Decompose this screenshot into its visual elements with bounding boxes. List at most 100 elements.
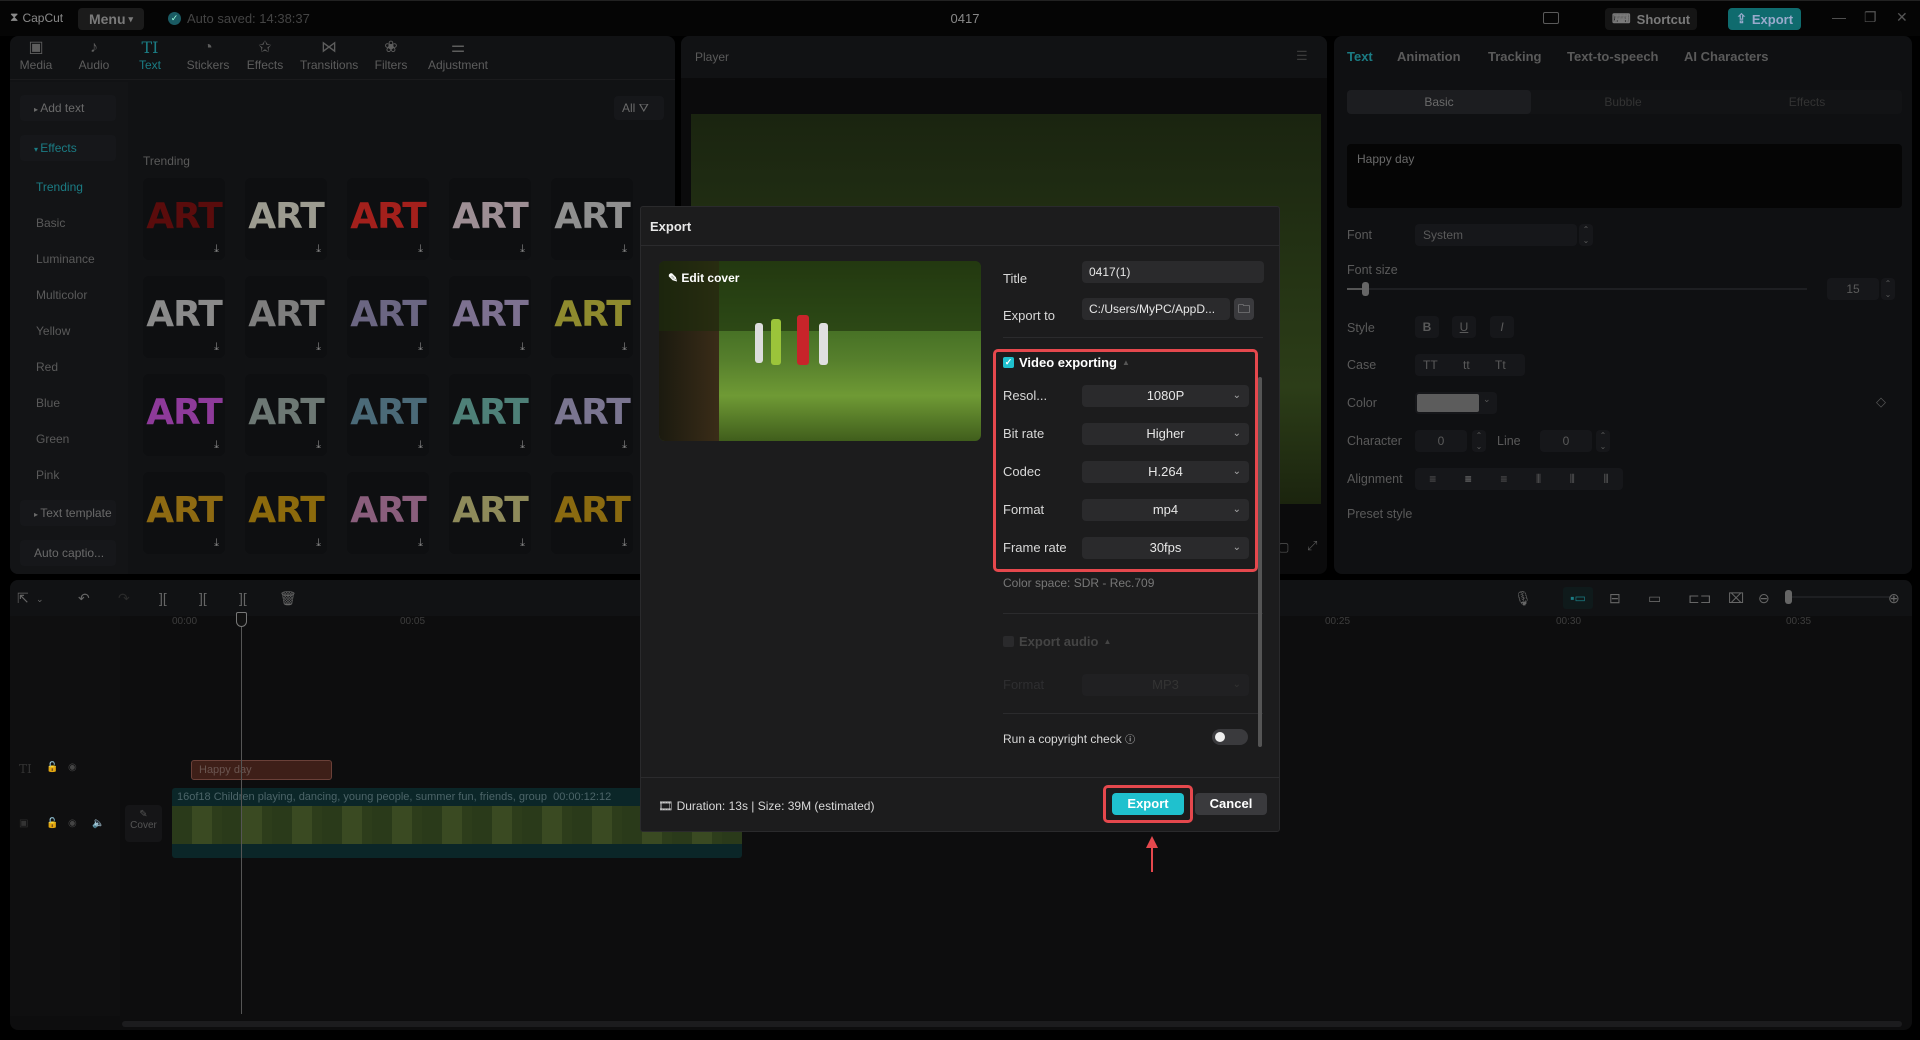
zoom-in-icon[interactable]: ⊕ xyxy=(1888,590,1900,607)
line-spacing-input[interactable]: 0 xyxy=(1540,430,1592,452)
effect-tile[interactable]: ART ⤓ xyxy=(245,178,327,260)
help-icon[interactable]: ⓘ xyxy=(1125,735,1135,746)
download-icon[interactable]: ⤓ xyxy=(418,439,423,452)
split-right-icon[interactable]: ][ xyxy=(239,590,247,606)
microphone-icon[interactable]: 🎙 xyxy=(1514,590,1532,607)
effect-tile[interactable]: ART ⤓ xyxy=(449,374,531,456)
filter-button[interactable]: All ⛛ xyxy=(614,96,664,120)
font-stepper-icon[interactable]: ⌃ ⌄ xyxy=(1579,224,1593,246)
tab-text-props[interactable]: Text xyxy=(1347,49,1373,64)
subcategory-pink[interactable]: Pink xyxy=(36,468,59,482)
download-icon[interactable]: ⤓ xyxy=(622,341,627,354)
case-upper-button[interactable]: TT xyxy=(1423,358,1438,372)
export-path-input[interactable]: C:/Users/MyPC/AppD... xyxy=(1082,298,1230,320)
download-icon[interactable]: ⤓ xyxy=(316,341,321,354)
tab-animation[interactable]: Animation xyxy=(1397,49,1461,64)
tab-adjustment[interactable]: ⚌ Adjustment xyxy=(423,38,493,72)
player-menu-icon[interactable]: ☰ xyxy=(1296,48,1308,64)
tab-stickers[interactable]: ◔ Stickers xyxy=(180,38,236,72)
split-preview-icon[interactable]: ⊏⊐ xyxy=(1688,590,1711,607)
underline-button[interactable]: U xyxy=(1452,316,1476,338)
subcategory-blue[interactable]: Blue xyxy=(36,396,60,410)
font-size-slider[interactable] xyxy=(1347,288,1807,290)
effect-tile[interactable]: ART ⤓ xyxy=(143,472,225,554)
effect-tile[interactable]: ART ⤓ xyxy=(347,276,429,358)
text-clip[interactable]: Happy day xyxy=(191,760,332,780)
link-icon[interactable]: ▭ xyxy=(1648,590,1661,607)
export-top-button[interactable]: ⇪ Export xyxy=(1728,8,1801,30)
layout-icon[interactable] xyxy=(1543,12,1559,24)
sidebar-auto-captions[interactable]: Auto captio... xyxy=(20,540,116,566)
download-icon[interactable]: ⤓ xyxy=(316,243,321,256)
subcategory-trending[interactable]: Trending xyxy=(36,180,83,194)
download-icon[interactable]: ⤓ xyxy=(520,341,525,354)
align-middle-icon[interactable]: ⦀ xyxy=(1570,472,1575,487)
align-top-icon[interactable]: ⦀ xyxy=(1536,472,1541,487)
bold-button[interactable]: B xyxy=(1415,316,1439,338)
lock-icon[interactable]: 🔓 xyxy=(46,818,58,829)
font-size-input[interactable]: 15 xyxy=(1827,278,1879,300)
close-icon[interactable]: ✕ xyxy=(1896,9,1908,26)
checkbox-unchecked-icon[interactable] xyxy=(1003,636,1014,647)
sidebar-text-template[interactable]: ▸ Text template xyxy=(20,500,116,526)
effect-tile[interactable]: ART ⤓ xyxy=(449,472,531,554)
undo-icon[interactable]: ↶ xyxy=(78,590,90,607)
tab-text[interactable]: TI Text xyxy=(122,38,178,72)
effect-tile[interactable]: ART ⤓ xyxy=(347,472,429,554)
effect-tile[interactable]: ART ⤓ xyxy=(449,276,531,358)
minimize-icon[interactable]: — xyxy=(1832,9,1846,25)
download-icon[interactable]: ⤓ xyxy=(622,243,627,256)
preview-axis-icon[interactable]: ⌧ xyxy=(1728,590,1744,607)
main-track-magnet-icon[interactable]: ▪▭ xyxy=(1563,587,1593,609)
cover-button[interactable]: ✎ Cover xyxy=(125,805,162,842)
shortcut-button[interactable]: ⌨ Shortcut xyxy=(1605,8,1697,30)
effect-tile[interactable]: ART ⤓ xyxy=(551,178,633,260)
effect-tile[interactable]: ART ⤓ xyxy=(245,472,327,554)
download-icon[interactable]: ⤓ xyxy=(214,243,219,256)
case-title-button[interactable]: Tt xyxy=(1495,358,1506,372)
font-select[interactable]: System xyxy=(1415,224,1577,246)
download-icon[interactable]: ⤓ xyxy=(520,537,525,550)
case-lower-button[interactable]: tt xyxy=(1463,358,1470,372)
edit-cover-button[interactable]: ✎ Edit cover xyxy=(668,271,739,285)
italic-button[interactable]: I xyxy=(1490,316,1514,338)
download-icon[interactable]: ⤓ xyxy=(622,439,627,452)
effect-tile[interactable]: ART ⤓ xyxy=(449,178,531,260)
tab-filters[interactable]: ❀ Filters xyxy=(363,38,419,72)
tab-text-to-speech[interactable]: Text-to-speech xyxy=(1567,49,1659,64)
subtab-effects[interactable]: Effects xyxy=(1715,90,1899,114)
effect-tile[interactable]: ART ⤓ xyxy=(143,374,225,456)
download-icon[interactable]: ⤓ xyxy=(316,537,321,550)
font-size-slider-handle[interactable] xyxy=(1362,282,1370,296)
keyframe-icon[interactable]: ◇ xyxy=(1876,394,1886,410)
chevron-down-icon[interactable]: ⌄ xyxy=(36,594,44,605)
text-content-input[interactable]: Happy day xyxy=(1347,144,1902,208)
subcategory-basic[interactable]: Basic xyxy=(36,216,65,230)
effect-tile[interactable]: ART ⤓ xyxy=(143,178,225,260)
download-icon[interactable]: ⤓ xyxy=(214,537,219,550)
effect-tile[interactable]: ART ⤓ xyxy=(347,178,429,260)
download-icon[interactable]: ⤓ xyxy=(316,439,321,452)
subcategory-green[interactable]: Green xyxy=(36,432,69,446)
subtab-basic[interactable]: Basic xyxy=(1347,90,1531,114)
line-stepper-icon[interactable]: ⌃ ⌄ xyxy=(1596,430,1610,452)
align-bottom-icon[interactable]: ⦀ xyxy=(1603,472,1608,487)
split-left-icon[interactable]: ][ xyxy=(199,590,207,606)
download-icon[interactable]: ⤓ xyxy=(520,243,525,256)
zoom-slider[interactable] xyxy=(1785,596,1895,598)
mute-icon[interactable]: 🔈 xyxy=(92,818,104,829)
auto-snap-icon[interactable]: ⊟ xyxy=(1609,590,1621,607)
character-stepper-icon[interactable]: ⌃ ⌄ xyxy=(1472,430,1486,452)
playhead-handle[interactable] xyxy=(236,612,247,627)
align-center-icon[interactable]: ≡ xyxy=(1465,472,1472,486)
tab-tracking[interactable]: Tracking xyxy=(1488,49,1541,64)
subcategory-multicolor[interactable]: Multicolor xyxy=(36,288,87,302)
font-size-stepper-icon[interactable]: ⌃ ⌄ xyxy=(1881,278,1895,300)
character-spacing-input[interactable]: 0 xyxy=(1415,430,1467,452)
dialog-scrollbar[interactable] xyxy=(1258,377,1262,747)
subcategory-luminance[interactable]: Luminance xyxy=(36,252,95,266)
tab-audio[interactable]: ♪ Audio xyxy=(66,38,122,72)
align-left-icon[interactable]: ≡ xyxy=(1429,472,1436,486)
subtab-bubble[interactable]: Bubble xyxy=(1531,90,1715,114)
cancel-button[interactable]: Cancel xyxy=(1195,793,1267,815)
